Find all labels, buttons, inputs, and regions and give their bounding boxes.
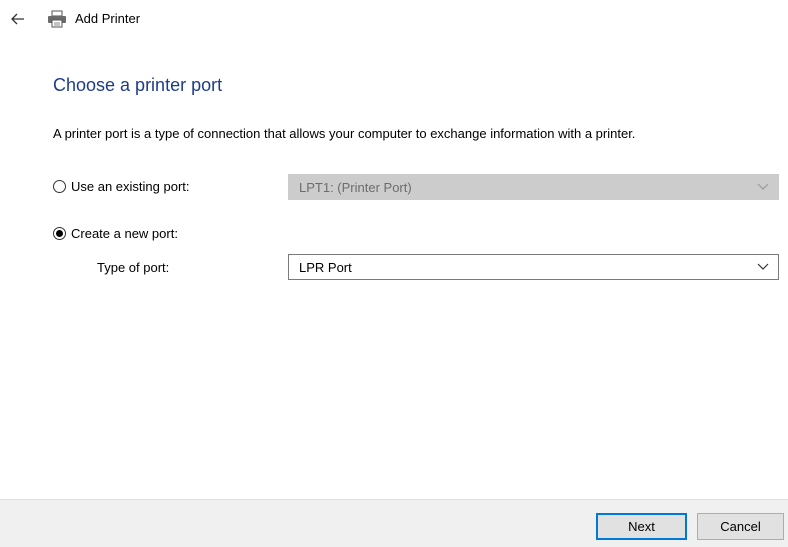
existing-port-dropdown: LPT1: (Printer Port) (288, 174, 779, 200)
type-of-port-label: Type of port: (97, 260, 170, 275)
page-description: A printer port is a type of connection t… (53, 126, 636, 141)
existing-port-value: LPT1: (Printer Port) (299, 179, 412, 195)
window-title: Add Printer (75, 11, 141, 26)
type-of-port-dropdown[interactable]: LPR Port (288, 254, 779, 280)
printer-icon (48, 10, 66, 28)
radio-checked-icon[interactable] (53, 227, 66, 240)
chevron-down-icon (757, 263, 769, 270)
radio-unchecked-icon[interactable] (53, 180, 66, 193)
new-port-label: Create a new port: (71, 226, 178, 241)
back-button[interactable] (7, 8, 29, 30)
chevron-down-icon (757, 183, 769, 190)
page-title: Choose a printer port (53, 75, 223, 95)
existing-port-label: Use an existing port: (71, 179, 190, 194)
existing-port-radio[interactable]: Use an existing port: (53, 179, 190, 194)
cancel-button[interactable]: Cancel (697, 513, 784, 540)
back-arrow-icon (11, 13, 24, 25)
next-button[interactable]: Next (596, 513, 687, 540)
type-of-port-value: LPR Port (299, 259, 352, 275)
new-port-radio[interactable]: Create a new port: (53, 226, 178, 241)
title-bar: Add Printer (0, 0, 788, 38)
